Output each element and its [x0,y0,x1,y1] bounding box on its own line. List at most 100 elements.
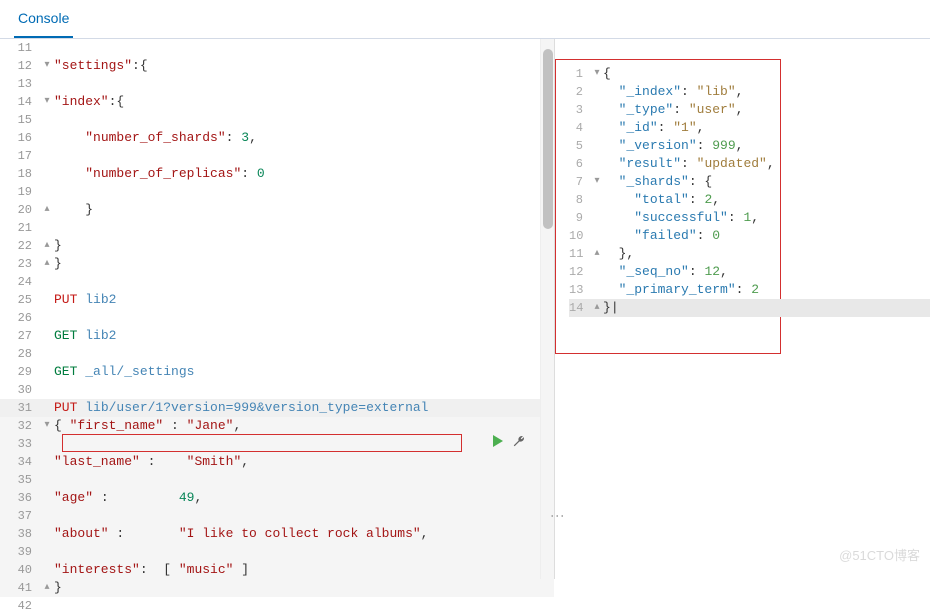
code-line[interactable]: 31PUT lib/user/1?version=999&version_typ… [0,399,554,417]
code-line[interactable]: 20▴ } [0,201,554,219]
code-line[interactable]: 27GET lib2 [0,327,554,345]
code-content [54,111,554,129]
line-number: 15 [0,111,40,129]
code-line[interactable]: 24 [0,273,554,291]
code-line[interactable]: 22▴} [0,237,554,255]
code-line[interactable]: 23▴} [0,255,554,273]
code-line[interactable]: 41▴} [0,579,554,597]
code-line[interactable]: 6 "result": "updated", [569,155,930,173]
code-line[interactable]: 8 "total": 2, [569,191,930,209]
code-line[interactable]: 19 [0,183,554,201]
fold-toggle-icon [591,137,603,155]
code-line[interactable]: 2 "_index": "lib", [569,83,930,101]
fold-toggle-icon[interactable]: ▴ [40,255,54,273]
code-line[interactable]: 37 [0,507,554,525]
code-line[interactable]: 33 [0,435,554,453]
code-content: } [54,201,554,219]
line-number: 5 [569,137,591,155]
fold-toggle-icon[interactable]: ▴ [591,299,603,317]
code-line[interactable]: 13 [0,75,554,93]
fold-toggle-icon [40,561,54,579]
code-line[interactable]: 16 "number_of_shards": 3, [0,129,554,147]
code-line[interactable]: 42 [0,597,554,615]
code-line[interactable]: 12 "_seq_no": 12, [569,263,930,281]
tab-bar: Console [0,0,930,39]
fold-toggle-icon[interactable]: ▴ [591,245,603,263]
fold-toggle-icon[interactable]: ▴ [40,201,54,219]
code-line[interactable]: 1▾{ [569,65,930,83]
code-line[interactable]: 14▴}| [569,299,930,317]
request-editor[interactable]: 1112▾"settings":{1314▾"index":{1516 "num… [0,39,554,615]
fold-toggle-icon[interactable]: ▾ [591,173,603,191]
fold-toggle-icon [40,489,54,507]
code-line[interactable]: 5 "_version": 999, [569,137,930,155]
code-line[interactable]: 30 [0,381,554,399]
code-content: { [603,65,930,83]
code-line[interactable]: 18 "number_of_replicas": 0 [0,165,554,183]
code-line[interactable]: 14▾"index":{ [0,93,554,111]
code-line[interactable]: 36"age" : 49, [0,489,554,507]
line-number: 42 [0,597,40,615]
fold-toggle-icon [40,399,54,417]
code-line[interactable]: 26 [0,309,554,327]
code-content: "successful": 1, [603,209,930,227]
fold-toggle-icon [40,597,54,615]
response-viewer[interactable]: 1▾{2 "_index": "lib",3 "_type": "user",4… [569,65,930,317]
code-line[interactable]: 10 "failed": 0 [569,227,930,245]
fold-toggle-icon[interactable]: ▾ [40,57,54,75]
code-line[interactable]: 7▾ "_shards": { [569,173,930,191]
code-content: } [54,579,554,597]
code-line[interactable]: 34"last_name" : "Smith", [0,453,554,471]
fold-toggle-icon[interactable]: ▴ [40,237,54,255]
code-content [54,345,554,363]
code-line[interactable]: 4 "_id": "1", [569,119,930,137]
code-content: "_index": "lib", [603,83,930,101]
fold-toggle-icon [40,345,54,363]
code-content [54,471,554,489]
scrollbar-thumb[interactable] [543,49,553,229]
code-content: "number_of_replicas": 0 [54,165,554,183]
code-line[interactable]: 25PUT lib2 [0,291,554,309]
code-line[interactable]: 11▴ }, [569,245,930,263]
request-options-icon[interactable] [512,434,526,452]
code-content [54,309,554,327]
fold-toggle-icon [40,165,54,183]
code-content: GET lib2 [54,327,554,345]
editor-scrollbar[interactable] [540,39,554,579]
code-line[interactable]: 11 [0,39,554,57]
code-line[interactable]: 21 [0,219,554,237]
fold-toggle-icon [591,119,603,137]
fold-toggle-icon[interactable]: ▾ [40,93,54,111]
code-line[interactable]: 40"interests": [ "music" ] [0,561,554,579]
code-content: "failed": 0 [603,227,930,245]
code-content: "_seq_no": 12, [603,263,930,281]
line-number: 9 [569,209,591,227]
fold-toggle-icon[interactable]: ▾ [40,417,54,435]
code-content: } [54,237,554,255]
code-line[interactable]: 3 "_type": "user", [569,101,930,119]
tab-console[interactable]: Console [14,0,73,38]
code-line[interactable]: 32▾{ "first_name" : "Jane", [0,417,554,435]
code-line[interactable]: 12▾"settings":{ [0,57,554,75]
line-number: 13 [0,75,40,93]
fold-toggle-icon[interactable]: ▾ [591,65,603,83]
code-line[interactable]: 38"about" : "I like to collect rock albu… [0,525,554,543]
code-line[interactable]: 39 [0,543,554,561]
code-line[interactable]: 29GET _all/_settings [0,363,554,381]
code-line[interactable]: 9 "successful": 1, [569,209,930,227]
line-number: 33 [0,435,40,453]
fold-toggle-icon [40,75,54,93]
code-line[interactable]: 15 [0,111,554,129]
fold-toggle-icon [40,363,54,381]
fold-toggle-icon[interactable]: ▴ [40,579,54,597]
code-line[interactable]: 13 "_primary_term": 2 [569,281,930,299]
code-content: "_id": "1", [603,119,930,137]
fold-toggle-icon [591,83,603,101]
code-line[interactable]: 28 [0,345,554,363]
run-request-icon[interactable] [490,433,506,453]
code-content: "interests": [ "music" ] [54,561,554,579]
line-number: 37 [0,507,40,525]
code-line[interactable]: 17 [0,147,554,165]
code-line[interactable]: 35 [0,471,554,489]
fold-toggle-icon [591,227,603,245]
